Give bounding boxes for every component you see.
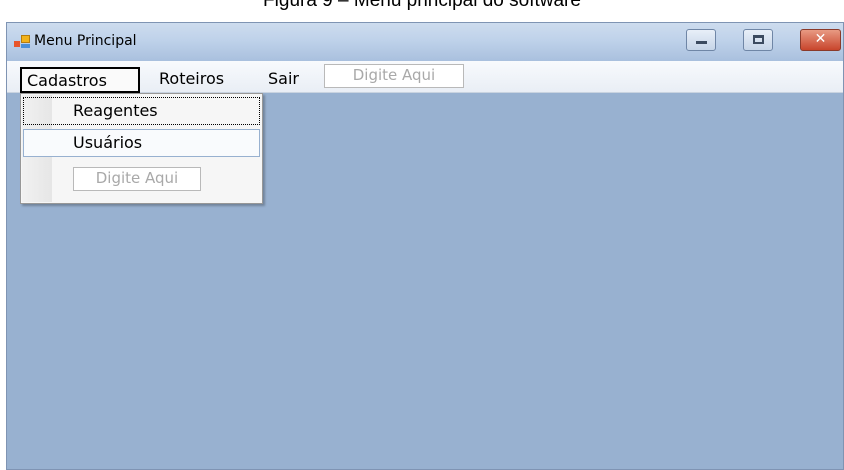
menubar-type-here-input[interactable]: Digite Aqui bbox=[324, 64, 464, 88]
menu-cadastros[interactable]: Cadastros bbox=[20, 67, 140, 93]
title-bar[interactable]: Menu Principal ✕ bbox=[7, 23, 843, 61]
menu-roteiros[interactable]: Roteiros bbox=[154, 67, 229, 93]
maximize-button[interactable] bbox=[743, 29, 773, 51]
form-app-icon bbox=[14, 35, 30, 49]
window-title: Menu Principal bbox=[34, 33, 137, 49]
menu-item-usuarios[interactable]: Usuários bbox=[23, 129, 260, 157]
menu-sair[interactable]: Sair bbox=[263, 67, 304, 93]
figure-caption: Figura 9 – Menu principal do software bbox=[263, 0, 581, 11]
menu-item-reagentes[interactable]: Reagentes bbox=[23, 97, 260, 125]
minimize-icon bbox=[696, 41, 707, 44]
close-button[interactable]: ✕ bbox=[800, 29, 841, 51]
minimize-button[interactable] bbox=[686, 29, 716, 51]
maximize-icon bbox=[753, 35, 764, 44]
main-window: Menu Principal ✕ Cadastros Roteiros Sair… bbox=[6, 22, 844, 470]
dropdown-type-here-input[interactable]: Digite Aqui bbox=[73, 167, 201, 191]
close-icon: ✕ bbox=[814, 31, 827, 47]
cadastros-dropdown: Reagentes Usuários Digite Aqui bbox=[20, 93, 263, 204]
